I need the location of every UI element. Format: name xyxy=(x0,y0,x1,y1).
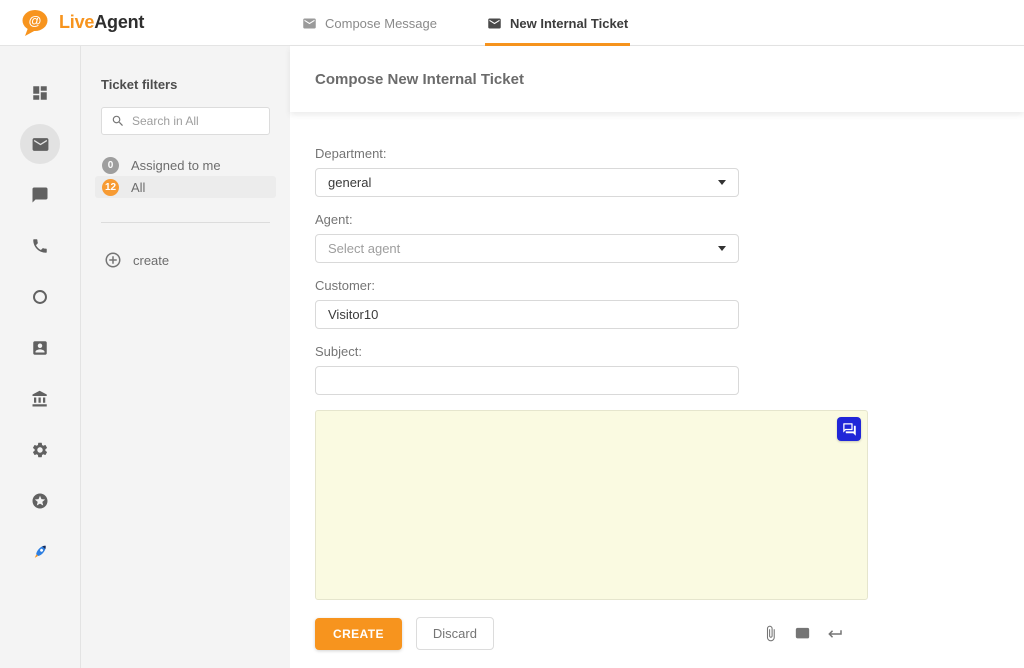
sidebar-item-calls[interactable] xyxy=(20,226,60,266)
envelope-icon xyxy=(302,16,317,31)
subject-field-group: Subject: xyxy=(315,344,739,395)
ring-icon xyxy=(31,288,49,306)
message-textarea[interactable] xyxy=(315,410,868,600)
ticket-filters-panel: Ticket filters 0 Assigned to me 12 All xyxy=(80,46,290,668)
body-row: Ticket filters 0 Assigned to me 12 All xyxy=(0,46,1024,668)
message-toolbar-icons xyxy=(762,625,844,643)
rocket-icon xyxy=(30,542,50,562)
search-input[interactable] xyxy=(132,114,260,128)
agent-select[interactable]: Select agent xyxy=(315,234,739,263)
agent-label: Agent: xyxy=(315,212,739,227)
sidebar-item-gamification[interactable] xyxy=(20,481,60,521)
svg-text:@: @ xyxy=(29,13,42,28)
new-internal-ticket-form: Department: general Agent: Select agent … xyxy=(290,112,1024,650)
sidebar-item-settings[interactable] xyxy=(20,430,60,470)
sidebar-item-chats[interactable] xyxy=(20,175,60,215)
plus-circle-icon xyxy=(104,251,122,269)
form-actions: CREATE Discard xyxy=(315,617,868,650)
count-badge: 12 xyxy=(102,179,119,196)
phone-icon xyxy=(31,237,49,255)
star-circle-icon xyxy=(31,492,49,510)
chevron-down-icon xyxy=(718,246,726,251)
sidebar-item-tickets[interactable] xyxy=(20,124,60,164)
envelope-icon xyxy=(487,16,502,31)
logo-speech-bubble-icon: @ xyxy=(20,9,52,37)
tab-label: New Internal Ticket xyxy=(510,16,628,31)
gear-icon xyxy=(31,441,49,459)
customer-input[interactable] xyxy=(315,300,739,329)
paperclip-icon[interactable] xyxy=(762,625,779,642)
department-select[interactable]: general xyxy=(315,168,739,197)
main-content: Compose New Internal Ticket Department: … xyxy=(290,46,1024,668)
customer-field-group: Customer: xyxy=(315,278,739,329)
ticket-filters-title: Ticket filters xyxy=(101,77,290,92)
dashboard-icon xyxy=(31,84,49,102)
canned-messages-button[interactable] xyxy=(837,417,861,441)
discard-button[interactable]: Discard xyxy=(416,617,494,650)
top-header-bar: @ LiveAgent Compose Message New Internal… xyxy=(0,0,1024,46)
message-body-area xyxy=(315,410,868,600)
return-arrow-icon[interactable] xyxy=(826,625,844,643)
header-tabs: Compose Message New Internal Ticket xyxy=(300,0,630,46)
agent-field-group: Agent: Select agent xyxy=(315,212,739,263)
comment-icon[interactable] xyxy=(794,625,811,642)
tab-new-internal-ticket[interactable]: New Internal Ticket xyxy=(485,0,630,46)
sidebar-item-getting-started[interactable] xyxy=(20,532,60,572)
navigation-icon-rail xyxy=(0,46,80,668)
bank-icon xyxy=(31,390,49,408)
subject-input[interactable] xyxy=(315,366,739,395)
chevron-down-icon xyxy=(718,180,726,185)
department-selected-value: general xyxy=(328,175,371,190)
create-filter-button[interactable]: create xyxy=(104,251,290,269)
count-badge: 0 xyxy=(102,157,119,174)
create-button[interactable]: CREATE xyxy=(315,618,402,650)
chat-bubbles-icon xyxy=(842,422,857,437)
department-field-group: Department: general xyxy=(315,146,739,197)
subject-label: Subject: xyxy=(315,344,739,359)
department-label: Department: xyxy=(315,146,739,161)
search-box xyxy=(101,107,270,135)
liveagent-app: @ LiveAgent Compose Message New Internal… xyxy=(0,0,1024,668)
tab-compose-message[interactable]: Compose Message xyxy=(300,0,439,46)
customer-label: Customer: xyxy=(315,278,739,293)
main-header: Compose New Internal Ticket xyxy=(290,46,1024,112)
filter-all[interactable]: 12 All xyxy=(95,176,276,198)
filter-assigned-to-me[interactable]: 0 Assigned to me xyxy=(95,154,276,176)
filter-label: Assigned to me xyxy=(131,158,221,173)
logo-text: LiveAgent xyxy=(59,12,144,33)
sidebar-item-billing[interactable] xyxy=(20,379,60,419)
mail-icon xyxy=(31,135,50,154)
create-label: create xyxy=(133,253,169,268)
chat-icon xyxy=(31,186,49,204)
filter-label: All xyxy=(131,180,145,195)
tab-label: Compose Message xyxy=(325,16,437,31)
filters-divider xyxy=(101,222,270,223)
agent-placeholder: Select agent xyxy=(328,241,400,256)
liveagent-logo[interactable]: @ LiveAgent xyxy=(20,9,144,37)
contact-card-icon xyxy=(31,339,49,357)
sidebar-item-dashboard[interactable] xyxy=(20,73,60,113)
page-title: Compose New Internal Ticket xyxy=(315,71,524,88)
search-icon xyxy=(111,114,125,128)
sidebar-item-contacts[interactable] xyxy=(20,328,60,368)
sidebar-item-automation[interactable] xyxy=(20,277,60,317)
